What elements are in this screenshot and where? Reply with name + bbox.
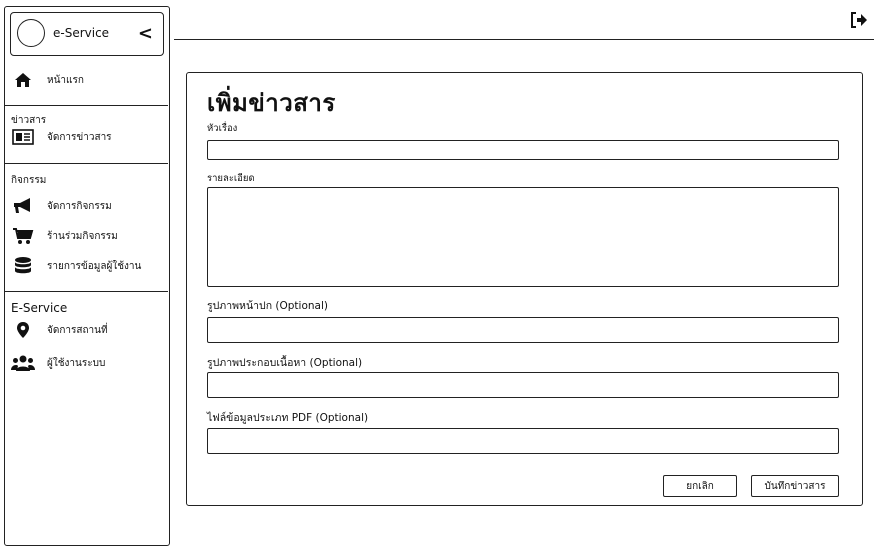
sidebar-item-manage-news[interactable]: จัดการข่าวสาร: [11, 126, 112, 148]
sidebar-item-label: รายการข้อมูลผู้ใช้งาน: [47, 260, 142, 272]
sidebar-item-label: จัดการข่าวสาร: [47, 131, 112, 143]
cover-image-label: รูปภาพหน้าปก (Optional): [207, 300, 328, 312]
database-icon: [11, 256, 35, 276]
detail-label: รายละเอียด: [207, 173, 255, 184]
sidebar: e-Service < หน้าแรก ข่าวสาร จัดการข่าวสา…: [4, 6, 170, 546]
brand-title: e-Service: [53, 26, 110, 40]
sign-out-icon[interactable]: [850, 12, 868, 32]
divider: [5, 105, 168, 106]
cart-icon: [11, 226, 35, 246]
megaphone-icon: [11, 196, 35, 216]
sidebar-item-label: ผู้ใช้งานระบบ: [47, 357, 106, 369]
pdf-file-label: ไฟล์ข้อมูลประเภท PDF (Optional): [207, 412, 369, 424]
divider: [5, 163, 168, 164]
sidebar-item-partner-shops[interactable]: ร้านร่วมกิจกรรม: [11, 225, 118, 247]
detail-textarea[interactable]: [207, 187, 839, 287]
sidebar-item-user-data-list[interactable]: รายการข้อมูลผู้ใช้งาน: [11, 255, 141, 277]
content-image-label: รูปภาพประกอบเนื้อหา (Optional): [207, 357, 363, 369]
title-input[interactable]: [207, 140, 839, 160]
sidebar-item-label: จัดการกิจกรรม: [47, 200, 112, 212]
save-news-button[interactable]: บันทึกข่าวสาร: [751, 475, 839, 497]
newspaper-icon: [11, 127, 35, 147]
section-title-activity: กิจกรรม: [11, 175, 47, 186]
page-title: เพิ่มข่าวสาร: [207, 89, 336, 117]
sidebar-item-manage-activity[interactable]: จัดการกิจกรรม: [11, 195, 112, 217]
sidebar-item-label: ร้านร่วมกิจกรรม: [47, 230, 118, 242]
pdf-file-input[interactable]: [207, 428, 839, 454]
sidebar-item-manage-places[interactable]: จัดการสถานที่: [11, 319, 108, 341]
users-icon: [11, 353, 35, 373]
top-bar: [174, 8, 874, 40]
brand-header: e-Service <: [10, 12, 164, 56]
title-label: หัวเรื่อง: [207, 123, 238, 134]
sidebar-item-system-users[interactable]: ผู้ใช้งานระบบ: [11, 352, 105, 374]
collapse-sidebar-button[interactable]: <: [138, 23, 153, 44]
cancel-button[interactable]: ยกเลิก: [663, 475, 737, 497]
cover-image-input[interactable]: [207, 317, 839, 343]
sidebar-item-label: หน้าแรก: [47, 74, 84, 86]
home-icon: [11, 70, 35, 90]
map-pin-icon: [11, 320, 35, 340]
content-image-input[interactable]: [207, 372, 839, 398]
section-title-eservice: E-Service: [11, 301, 68, 315]
logo-circle: [17, 19, 45, 47]
add-news-form: เพิ่มข่าวสาร หัวเรื่อง รายละเอียด รูปภาพ…: [186, 72, 863, 506]
divider: [5, 291, 168, 292]
sidebar-item-home[interactable]: หน้าแรก: [11, 69, 84, 91]
sidebar-item-label: จัดการสถานที่: [47, 324, 108, 336]
